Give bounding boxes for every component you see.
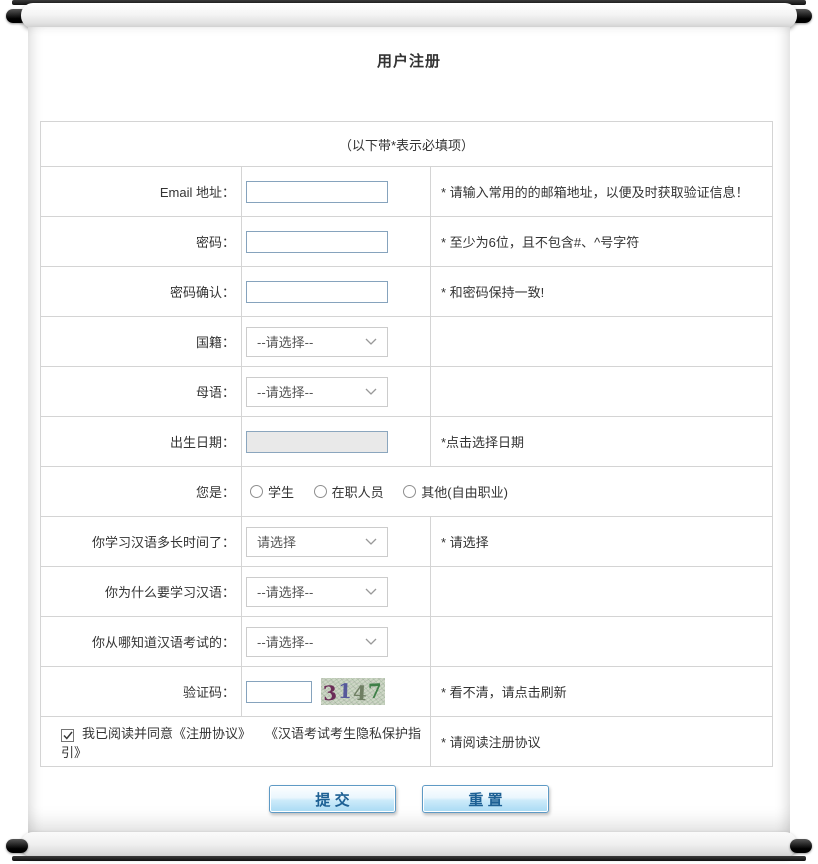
radio-circle-icon	[250, 485, 263, 498]
scroll-rod-bottom	[12, 856, 806, 861]
table-row-heard-from: 你从哪知道汉语考试的： --请选择--	[41, 617, 773, 667]
occupation-radio-other[interactable]: 其他(自由职业)	[403, 482, 508, 501]
button-row: 提 交 重 置	[28, 785, 790, 813]
heard-from-select[interactable]: --请选择--	[246, 627, 388, 657]
table-row-captcha: 验证码： 3 1 4 7 * 看不清，请点击刷新	[41, 667, 773, 717]
occupation-option-label: 其他(自由职业)	[421, 482, 508, 501]
captcha-hint: * 看不清，请点击刷新	[431, 667, 773, 717]
registration-agreement-link[interactable]: 《注册协议》	[173, 726, 251, 741]
table-row-occupation: 您是： 学生 在职人员 其他(自由职业)	[41, 467, 773, 517]
native-language-select-value: --请选择--	[257, 382, 313, 401]
occupation-option-label: 学生	[268, 482, 294, 501]
heard-from-label: 你从哪知道汉语考试的：	[41, 617, 242, 667]
study-reason-hint	[431, 567, 773, 617]
study-duration-select[interactable]: 请选择	[246, 527, 388, 557]
table-row-note: （以下带*表示必填项）	[41, 122, 773, 167]
table-row-nationality: 国籍： --请选择--	[41, 317, 773, 367]
native-language-select[interactable]: --请选择--	[246, 377, 388, 407]
table-row-native-language: 母语： --请选择--	[41, 367, 773, 417]
password-confirm-input[interactable]	[246, 281, 388, 303]
captcha-digit: 3	[322, 682, 338, 703]
study-duration-label: 你学习汉语多长时间了：	[41, 517, 242, 567]
nationality-label: 国籍：	[41, 317, 242, 367]
captcha-input[interactable]	[246, 681, 312, 703]
scroll-cap-bottom-right	[790, 839, 812, 853]
occupation-option-label: 在职人员	[332, 482, 384, 501]
email-label: Email 地址：	[41, 167, 242, 217]
table-row-password: 密码： * 至少为6位，且不包含#、^号字符	[41, 217, 773, 267]
birth-date-input[interactable]	[246, 431, 388, 453]
scroll-roller-bottom	[21, 832, 797, 857]
study-reason-label: 你为什么要学习汉语：	[41, 567, 242, 617]
table-row-email: Email 地址： * 请输入常用的的邮箱地址，以便及时获取验证信息！	[41, 167, 773, 217]
radio-circle-icon	[403, 485, 416, 498]
email-hint: * 请输入常用的的邮箱地址，以便及时获取验证信息！	[431, 167, 773, 217]
scroll-cap-bottom-left	[6, 839, 28, 853]
password-input[interactable]	[246, 231, 388, 253]
radio-circle-icon	[314, 485, 327, 498]
password-confirm-hint: * 和密码保持一致!	[431, 267, 773, 317]
scroll-roller-top	[21, 3, 797, 28]
table-row-agreement: 我已阅读并同意《注册协议》《汉语考试考生隐私保护指引》 * 请阅读注册协议	[41, 717, 773, 767]
table-row-study-reason: 你为什么要学习汉语： --请选择--	[41, 567, 773, 617]
heard-from-select-value: --请选择--	[257, 632, 313, 651]
password-label: 密码：	[41, 217, 242, 267]
captcha-digit: 7	[367, 680, 383, 701]
registration-page: 用户注册 （以下带*表示必填项） Email 地址： * 请输入常用的的邮箱地址…	[0, 0, 818, 864]
occupation-radio-student[interactable]: 学生	[250, 482, 294, 501]
password-confirm-label: 密码确认：	[41, 267, 242, 317]
reset-button[interactable]: 重 置	[422, 785, 549, 813]
form-sheet: 用户注册 （以下带*表示必填项） Email 地址： * 请输入常用的的邮箱地址…	[28, 27, 790, 833]
nationality-select[interactable]: --请选择--	[246, 327, 388, 357]
table-row-study-duration: 你学习汉语多长时间了： 请选择 * 请选择	[41, 517, 773, 567]
chevron-down-icon	[365, 638, 377, 645]
chevron-down-icon	[365, 588, 377, 595]
occupation-label: 您是：	[41, 467, 242, 517]
native-language-hint	[431, 367, 773, 417]
chevron-down-icon	[365, 388, 377, 395]
agreement-checkbox[interactable]	[61, 729, 74, 742]
nationality-hint	[431, 317, 773, 367]
study-reason-select[interactable]: --请选择--	[246, 577, 388, 607]
captcha-digit: 1	[337, 680, 353, 701]
checkmark-icon	[63, 731, 73, 740]
occupation-radio-employed[interactable]: 在职人员	[314, 482, 384, 501]
native-language-label: 母语：	[41, 367, 242, 417]
page-title: 用户注册	[28, 50, 790, 71]
required-note: （以下带*表示必填项）	[41, 122, 773, 167]
table-row-birth-date: 出生日期： *点击选择日期	[41, 417, 773, 467]
captcha-image[interactable]: 3 1 4 7	[321, 678, 385, 705]
registration-table: （以下带*表示必填项） Email 地址： * 请输入常用的的邮箱地址，以便及时…	[40, 121, 773, 767]
captcha-label: 验证码：	[41, 667, 242, 717]
table-row-password-confirm: 密码确认： * 和密码保持一致!	[41, 267, 773, 317]
chevron-down-icon	[365, 538, 377, 545]
email-input[interactable]	[246, 181, 388, 203]
birth-date-label: 出生日期：	[41, 417, 242, 467]
submit-button[interactable]: 提 交	[269, 785, 396, 813]
nationality-select-value: --请选择--	[257, 332, 313, 351]
study-reason-select-value: --请选择--	[257, 582, 313, 601]
birth-date-hint: *点击选择日期	[431, 417, 773, 467]
study-duration-select-value: 请选择	[257, 532, 296, 551]
captcha-digit: 4	[352, 682, 368, 703]
agreement-text: 我已阅读并同意	[82, 726, 173, 741]
study-duration-hint: * 请选择	[431, 517, 773, 567]
heard-from-hint	[431, 617, 773, 667]
chevron-down-icon	[365, 338, 377, 345]
agreement-hint: * 请阅读注册协议	[431, 717, 773, 767]
password-hint: * 至少为6位，且不包含#、^号字符	[431, 217, 773, 267]
